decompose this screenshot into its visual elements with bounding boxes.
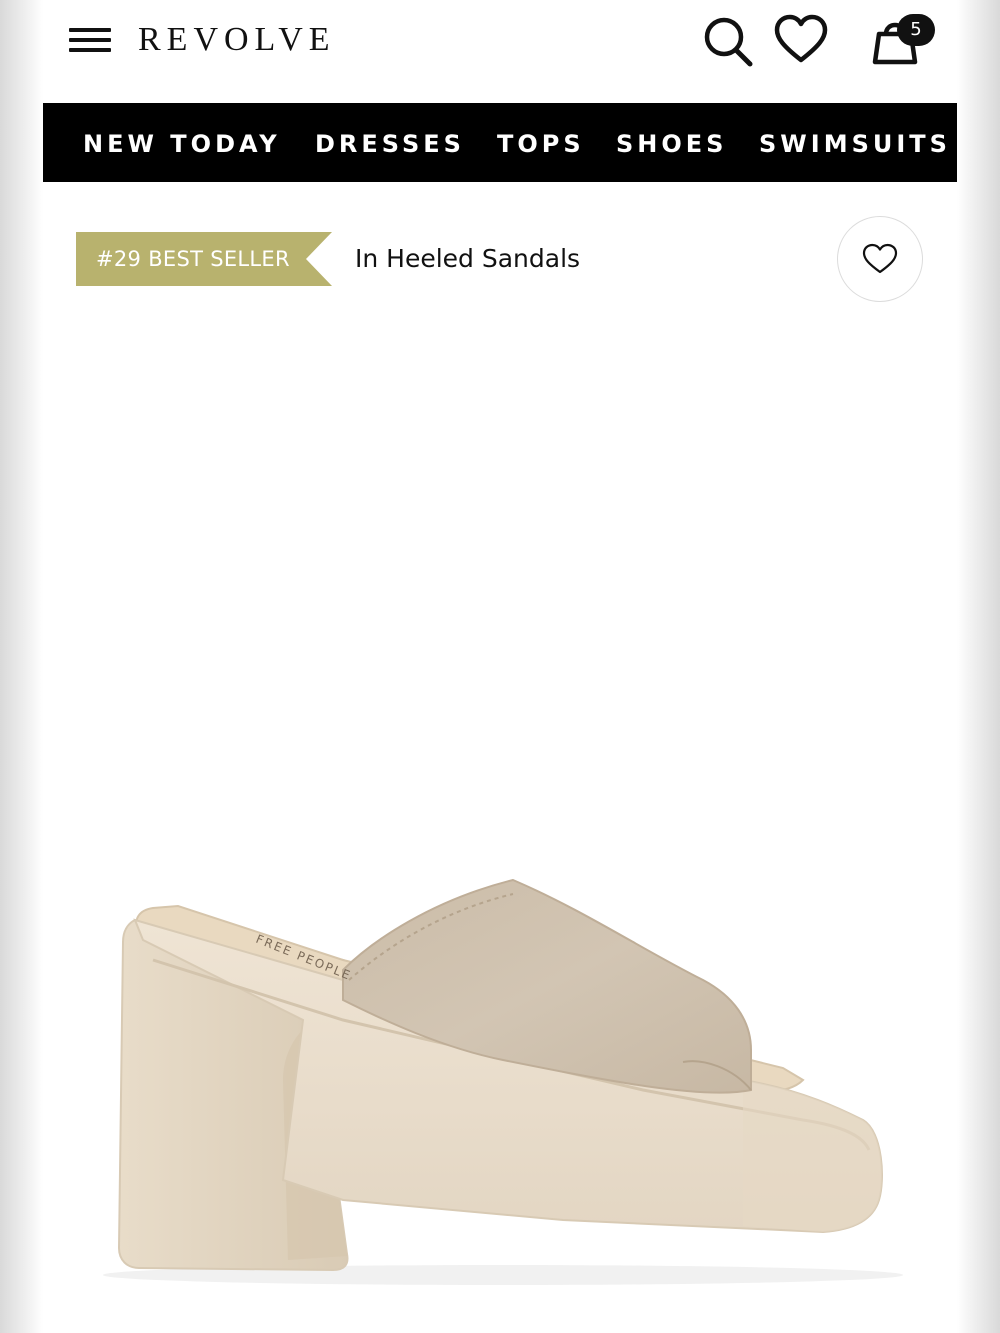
cart-count-badge: 5	[897, 14, 935, 46]
nav-item-tops[interactable]: TOPS	[497, 103, 585, 182]
add-to-wishlist-button[interactable]	[837, 216, 923, 302]
nav-item-new-today[interactable]: NEW TODAY	[83, 103, 281, 182]
search-icon[interactable]	[698, 10, 758, 70]
page-frame: REVOLVE 5 NEW TODAY DRESSES TOPS SHOES S…	[43, 0, 957, 1333]
wishlist-heart-icon[interactable]	[771, 10, 831, 70]
best-seller-category[interactable]: In Heeled Sandals	[355, 238, 580, 280]
heart-icon	[862, 243, 898, 274]
nav-item-dresses[interactable]: DRESSES	[315, 103, 465, 182]
best-seller-badge: #29 BEST SELLER	[76, 232, 332, 286]
site-header: REVOLVE 5	[43, 0, 957, 103]
menu-icon[interactable]	[69, 28, 113, 54]
nav-item-shoes[interactable]: SHOES	[616, 103, 727, 182]
best-seller-rank: #29 BEST SELLER	[96, 247, 290, 271]
nav-item-swimsuits[interactable]: SWIMSUITS	[759, 103, 951, 182]
product-image[interactable]: FREE PEOPLE	[43, 320, 957, 1333]
category-nav: NEW TODAY DRESSES TOPS SHOES SWIMSUITS	[43, 103, 957, 182]
site-logo[interactable]: REVOLVE	[138, 18, 336, 62]
